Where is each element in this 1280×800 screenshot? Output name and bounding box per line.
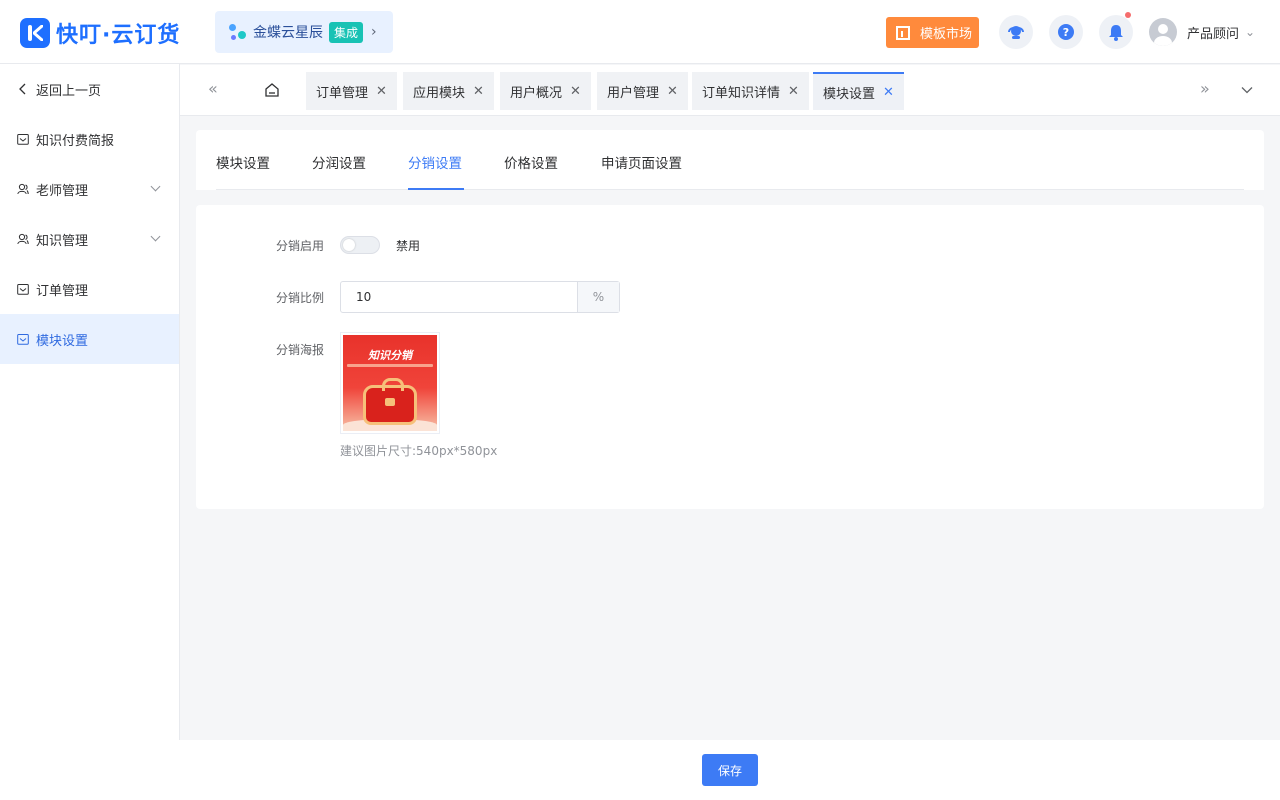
sidebar-item-label: 模块设置 [36, 333, 89, 349]
help-icon: ? [1058, 24, 1074, 40]
users-icon [17, 183, 29, 195]
tab-label: 订单管理 [316, 85, 369, 101]
user-menu[interactable]: 产品顾问 ⌄ [1149, 18, 1255, 46]
sidebar-item-label: 知识管理 [36, 233, 89, 249]
app-name: 快叮·云订货 [56, 23, 181, 48]
sidebar: 返回上一页 知识付费简报 老师管理 知识管理 订单管理 模块设置 [0, 64, 180, 740]
integration-banner[interactable]: 金蝶云星辰 集成 › [215, 11, 393, 53]
chevron-down-icon [150, 181, 161, 192]
template-icon [896, 25, 910, 40]
subtab-module-settings[interactable]: 模块设置 [216, 152, 270, 172]
close-icon[interactable]: ✕ [788, 84, 799, 99]
footer-bar: 保存 [0, 740, 1280, 800]
tab-label: 模块设置 [823, 86, 876, 102]
tab-app-modules[interactable]: 应用模块 ✕ [403, 72, 494, 110]
save-button[interactable]: 保存 [702, 754, 758, 786]
back-label: 返回上一页 [36, 83, 102, 99]
subtab-price[interactable]: 价格设置 [504, 152, 558, 172]
ratio-label: 分销比例 [276, 291, 325, 305]
close-icon[interactable]: ✕ [667, 84, 678, 99]
sidebar-item-teachers[interactable]: 老师管理 [0, 164, 179, 214]
subtab-profit-sharing[interactable]: 分润设置 [312, 152, 366, 172]
chevron-down-icon [150, 231, 161, 242]
chevron-down-icon[interactable] [1241, 84, 1253, 96]
sidebar-item-label: 订单管理 [36, 283, 89, 299]
bell-icon [1109, 24, 1123, 41]
poster-upload[interactable]: 知识分销 [340, 332, 440, 434]
tab-order-knowledge-detail[interactable]: 订单知识详情 ✕ [692, 72, 809, 110]
tab-bar: « 订单管理 ✕ 应用模块 ✕ 用户概况 ✕ 用户管理 ✕ 订单知识详情 ✕ 模… [180, 65, 1280, 116]
sidebar-item-report[interactable]: 知识付费简报 [0, 114, 179, 164]
sidebar-item-orders[interactable]: 订单管理 [0, 264, 179, 314]
tab-label: 订单知识详情 [702, 85, 781, 101]
double-chevron-right-icon[interactable]: » [1200, 79, 1210, 98]
poster-label: 分销海报 [276, 343, 325, 357]
subtab-divider [216, 189, 1244, 190]
close-icon[interactable]: ✕ [570, 84, 581, 99]
logo-icon [20, 18, 50, 48]
poster-image: 知识分销 [343, 335, 437, 431]
double-chevron-left-icon[interactable]: « [208, 79, 218, 98]
customer-service-icon [1008, 26, 1024, 39]
calendar-icon [17, 284, 29, 295]
active-subtab-indicator [408, 188, 464, 190]
top-header: 快叮·云订货 金蝶云星辰 集成 › 模板市场 ? 产品顾问 ⌄ [0, 0, 1280, 64]
template-market-label: 模板市场 [920, 27, 973, 42]
integration-badge: 集成 [329, 21, 364, 43]
chevron-down-icon: ⌄ [1245, 25, 1256, 39]
ratio-field: % [340, 281, 620, 313]
sidebar-item-module-settings[interactable]: 模块设置 [0, 314, 179, 364]
svg-text:?: ? [1063, 26, 1069, 39]
subtab-apply-page[interactable]: 申请页面设置 [601, 152, 682, 172]
close-icon[interactable]: ✕ [376, 84, 387, 99]
service-button[interactable] [999, 15, 1033, 49]
user-name: 产品顾问 [1187, 26, 1240, 42]
sidebar-item-label: 知识付费简报 [36, 133, 115, 149]
tab-label: 用户管理 [607, 85, 660, 101]
subtab-distribution[interactable]: 分销设置 [408, 152, 462, 172]
chevron-left-icon [19, 83, 26, 95]
enable-label: 分销启用 [276, 239, 325, 253]
notification-dot [1125, 12, 1131, 18]
toggle-state-text: 禁用 [396, 239, 421, 253]
tab-user-management[interactable]: 用户管理 ✕ [597, 72, 688, 110]
settings-subtabs: 模块设置 分润设置 分销设置 价格设置 申请页面设置 [196, 130, 1264, 190]
tab-label: 应用模块 [413, 85, 466, 101]
tab-user-overview[interactable]: 用户概况 ✕ [500, 72, 591, 110]
sidebar-item-label: 老师管理 [36, 183, 89, 199]
template-market-button[interactable]: 模板市场 [886, 17, 979, 48]
tab-label: 用户概况 [510, 85, 563, 101]
tab-orders[interactable]: 订单管理 ✕ [306, 72, 397, 110]
help-button[interactable]: ? [1049, 15, 1083, 49]
ratio-unit: % [577, 282, 619, 312]
distribution-form: 分销启用 禁用 分销比例 % 分销海报 知识分销 建议图片尺寸:540px*58… [196, 205, 1264, 509]
ratio-input[interactable] [341, 282, 577, 312]
calendar-icon [17, 134, 29, 145]
tab-module-settings[interactable]: 模块设置 ✕ [813, 72, 904, 110]
users-icon [17, 233, 29, 245]
red-envelope-bag [363, 378, 417, 425]
back-link[interactable]: 返回上一页 [0, 64, 179, 114]
avatar [1149, 18, 1177, 46]
close-icon[interactable]: ✕ [883, 85, 894, 100]
calendar-icon [17, 334, 29, 345]
close-icon[interactable]: ✕ [473, 84, 484, 99]
poster-title: 知识分销 [368, 349, 412, 362]
sidebar-item-knowledge[interactable]: 知识管理 [0, 214, 179, 264]
integration-icon [229, 22, 249, 42]
poster-size-hint: 建议图片尺寸:540px*580px [340, 444, 498, 458]
home-icon[interactable] [264, 82, 280, 98]
notification-button[interactable] [1099, 12, 1133, 49]
chevron-right-icon: › [371, 24, 377, 40]
integration-name: 金蝶云星辰 [253, 25, 323, 41]
app-logo[interactable]: 快叮·云订货 [20, 17, 180, 49]
distribution-enable-toggle[interactable] [340, 236, 380, 254]
